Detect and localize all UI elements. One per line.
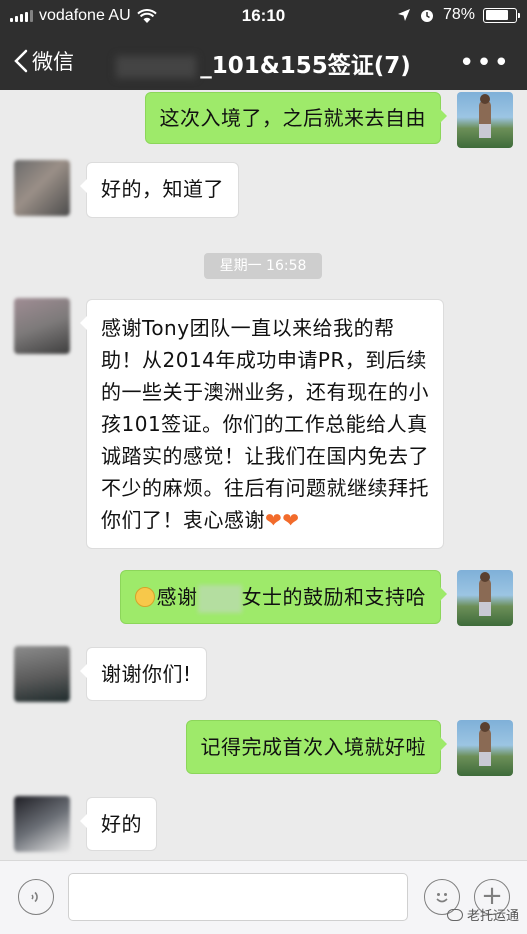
avatar-contact[interactable] bbox=[14, 646, 70, 702]
message-input[interactable] bbox=[68, 873, 408, 921]
watermark-text: 老托运通 bbox=[466, 909, 519, 924]
status-bar: vodafone AU 16:10 78% bbox=[0, 0, 527, 32]
avatar-contact[interactable] bbox=[14, 160, 70, 216]
message-text: 这次入境了，之后就来去自由 bbox=[159, 106, 426, 130]
watermark-logo-icon bbox=[446, 908, 463, 921]
smile-emoji-icon bbox=[134, 587, 155, 607]
avatar-self[interactable] bbox=[457, 720, 513, 776]
time-separator: 星期一 16:58 bbox=[204, 253, 322, 279]
message-bubble-self[interactable]: 记得完成首次入境就好啦 bbox=[185, 720, 447, 774]
avatar-self[interactable] bbox=[457, 92, 513, 148]
message-text-prefix: 感谢 bbox=[156, 585, 198, 609]
message-bubble-other[interactable]: 好的 bbox=[80, 797, 157, 851]
heart-emoji: ❤❤ bbox=[265, 508, 300, 532]
input-bar: + 老托运通 bbox=[0, 860, 527, 934]
message-bubble-self[interactable]: 这次入境了，之后就来去自由 bbox=[144, 92, 447, 144]
status-right: 78% bbox=[397, 6, 520, 24]
watermark: 老托运通 bbox=[446, 905, 519, 924]
message-text-suffix: 女士的鼓励和支持哈 bbox=[241, 585, 426, 609]
battery-percent: 78% bbox=[442, 6, 475, 23]
nav-bar: 微信 _101&155签证(7) ••• bbox=[0, 32, 527, 90]
message-text: 记得完成首次入境就好啦 bbox=[200, 735, 426, 759]
message-text: 好的 bbox=[101, 812, 142, 836]
avatar-contact[interactable] bbox=[14, 298, 70, 354]
message-text: 感谢Tony团队一直以来给我的帮助！从2014年成功申请PR，到后续的一些关于澳… bbox=[101, 316, 429, 532]
message-bubble-other[interactable]: 好的，知道了 bbox=[80, 162, 239, 218]
avatar-contact[interactable] bbox=[14, 796, 70, 852]
title-redacted bbox=[116, 55, 197, 78]
chat-title: _101&155签证(7) bbox=[0, 46, 527, 80]
message-bubble-other[interactable]: 谢谢你们! bbox=[80, 647, 207, 701]
more-icon[interactable]: ••• bbox=[459, 48, 511, 78]
location-icon bbox=[397, 9, 410, 21]
chat-title-text: _101&155签证(7) bbox=[200, 53, 411, 79]
message-bubble-other[interactable]: 感谢Tony团队一直以来给我的帮助！从2014年成功申请PR，到后续的一些关于澳… bbox=[80, 299, 444, 549]
alarm-icon bbox=[420, 10, 433, 22]
battery-icon bbox=[483, 7, 520, 23]
message-text: 好的，知道了 bbox=[101, 177, 224, 201]
avatar-self[interactable] bbox=[457, 570, 513, 626]
redacted-name bbox=[197, 584, 242, 613]
voice-icon[interactable] bbox=[18, 879, 54, 915]
chat-area[interactable]: 这次入境了，之后就来去自由 好的，知道了 星期一 16:58 感谢Tony团队一… bbox=[0, 90, 527, 860]
message-text: 谢谢你们! bbox=[101, 662, 192, 686]
message-bubble-self[interactable]: 感谢 女士的鼓励和支持哈 bbox=[119, 570, 447, 624]
